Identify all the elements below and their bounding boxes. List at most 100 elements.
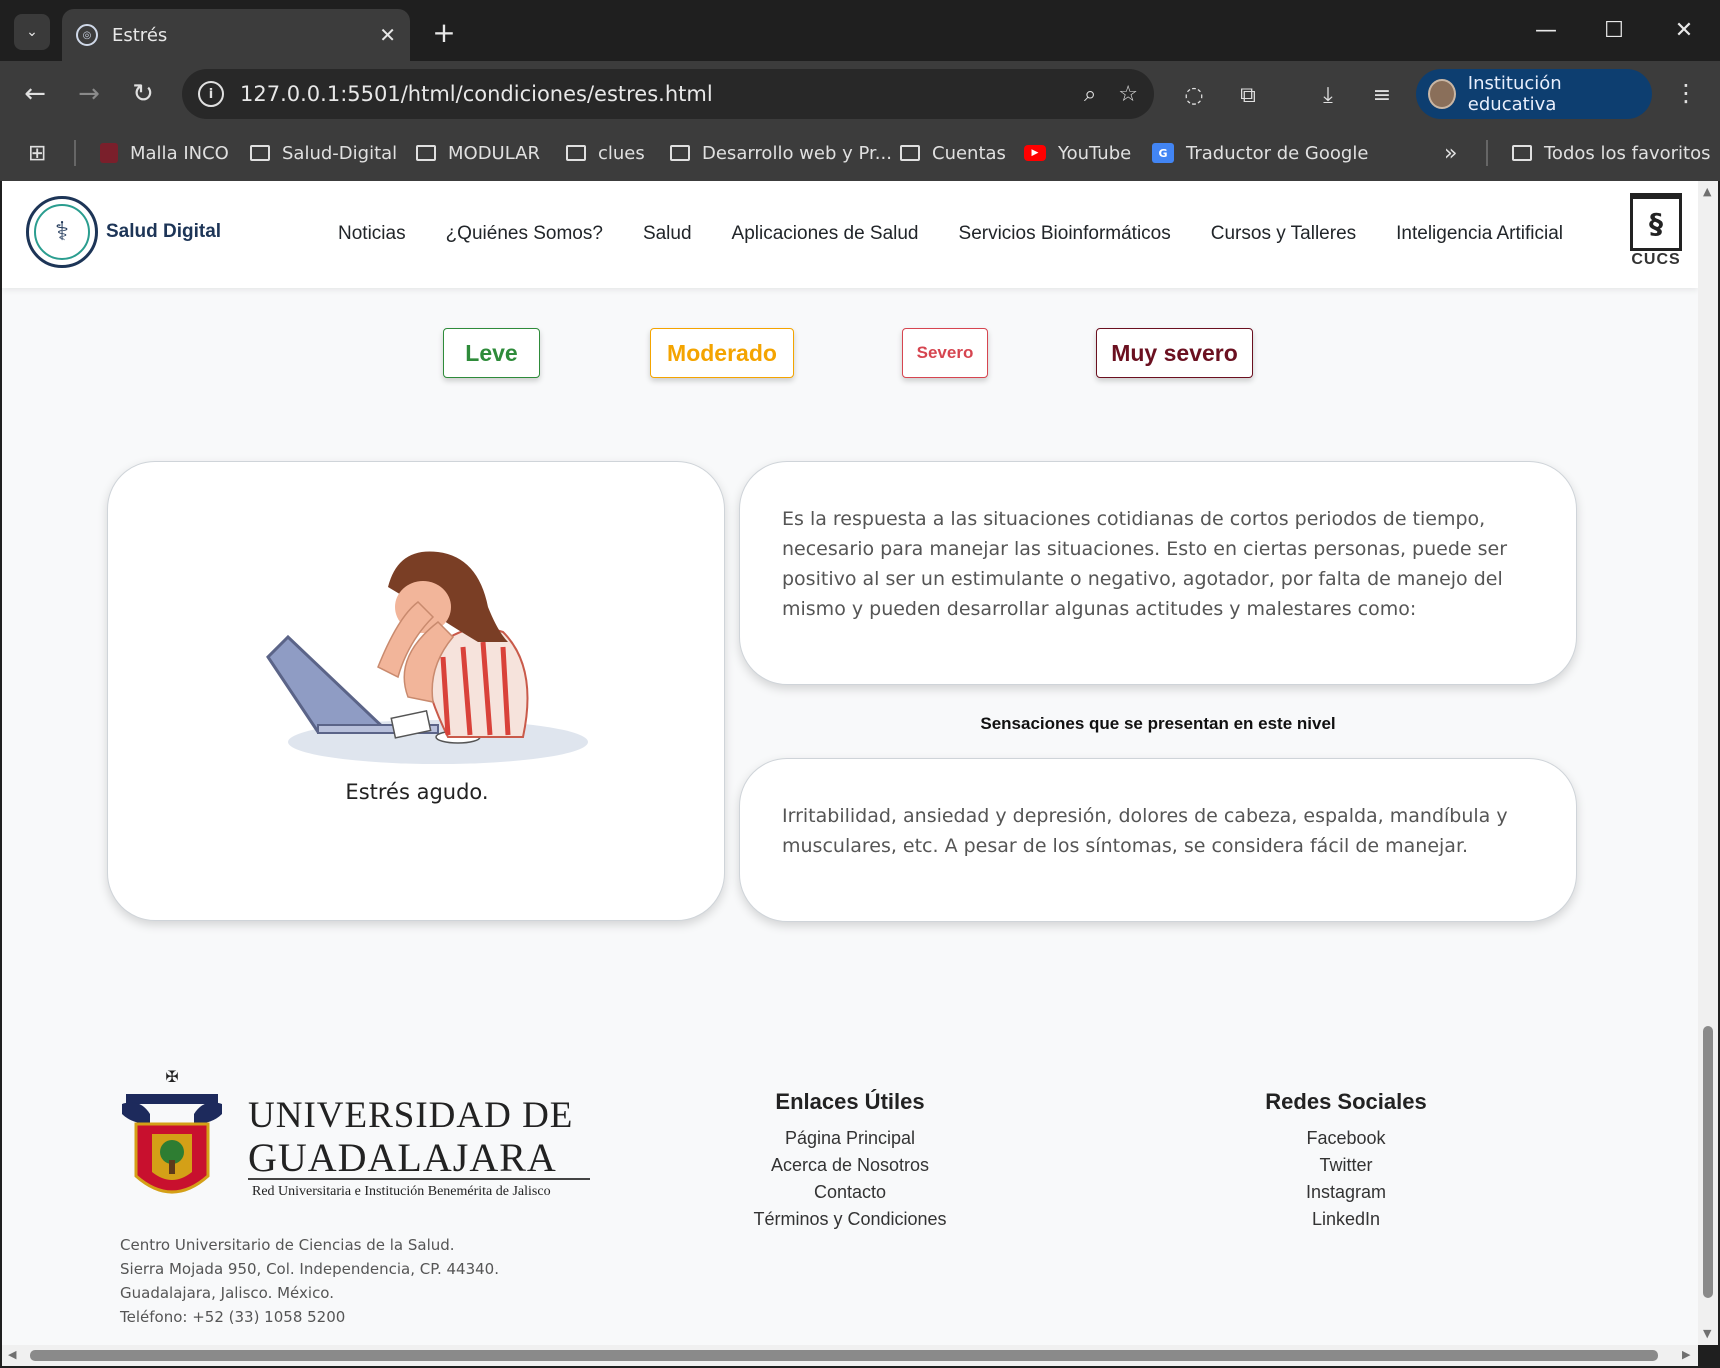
download-icon[interactable]: ⤓ xyxy=(1312,79,1344,111)
profile-label: Institución educativa xyxy=(1467,73,1562,115)
nav-aplicaciones-salud[interactable]: Aplicaciones de Salud xyxy=(732,223,919,245)
youtube-icon: ▶ xyxy=(1024,145,1046,161)
tab-search-button[interactable]: ⌄ xyxy=(14,14,50,50)
scroll-left-icon[interactable]: ◀ xyxy=(8,1348,16,1361)
footer-link-terms[interactable]: Términos y Condiciones xyxy=(700,1206,1000,1233)
close-window-button[interactable]: ✕ xyxy=(1662,12,1706,48)
bookmark-modular[interactable]: MODULAR xyxy=(416,138,540,168)
bookmark-salud-digital[interactable]: Salud-Digital xyxy=(250,138,397,168)
folder-icon xyxy=(566,145,586,161)
social-title: Redes Sociales xyxy=(1265,1089,1427,1114)
nav-salud[interactable]: Salud xyxy=(643,223,692,245)
profile-button[interactable]: Institución educativa xyxy=(1416,69,1652,119)
footer-link-instagram[interactable]: Instagram xyxy=(1196,1179,1496,1206)
udg-crest-icon: ✠ xyxy=(122,1068,222,1194)
address-line: Sierra Mojada 950, Col. Independencia, C… xyxy=(120,1260,499,1278)
svg-text:✠: ✠ xyxy=(165,1068,178,1086)
page-viewport: ⚕ Salud Digital Noticias ¿Quiénes Somos?… xyxy=(2,181,1698,1345)
tab-bar: ⌄ ◎ Estrés ✕ + — ☐ ✕ xyxy=(0,0,1720,61)
horizontal-scroll-thumb[interactable] xyxy=(30,1350,1658,1361)
footer-address: Centro Universitario de Ciencias de la S… xyxy=(120,1233,499,1329)
footer-link-linkedin[interactable]: LinkedIn xyxy=(1196,1206,1496,1233)
lightbulb-icon[interactable]: ◌ xyxy=(1178,79,1210,111)
address-bar[interactable]: i 127.0.0.1:5501/html/condiciones/estres… xyxy=(182,69,1154,119)
bookmarks-divider xyxy=(1486,140,1488,166)
scroll-right-icon[interactable]: ▶ xyxy=(1682,1348,1690,1361)
stressed-woman-illustration xyxy=(266,551,588,764)
extensions-icon[interactable]: ⧉ xyxy=(1232,79,1264,111)
browser-tab[interactable]: ◎ Estrés ✕ xyxy=(62,9,410,61)
university-subtitle: Red Universitaria e Institución Beneméri… xyxy=(252,1184,551,1199)
scroll-up-icon[interactable]: ▲ xyxy=(1703,185,1711,198)
brand-name: Salud Digital xyxy=(106,221,222,242)
level-leve-button[interactable]: Leve xyxy=(443,328,540,378)
horizontal-scrollbar[interactable]: ◀ ▶ xyxy=(2,1345,1698,1366)
site-header: ⚕ Salud Digital Noticias ¿Quiénes Somos?… xyxy=(2,181,1698,288)
zoom-icon[interactable]: ⌕ xyxy=(1084,82,1096,107)
new-tab-button[interactable]: + xyxy=(426,14,462,50)
nav-inteligencia-artificial[interactable]: Inteligencia Artificial xyxy=(1396,223,1563,245)
nav-servicios-bioinformaticos[interactable]: Servicios Bioinformáticos xyxy=(959,223,1171,245)
stress-description: Es la respuesta a las situaciones cotidi… xyxy=(782,508,1508,620)
university-name-line1: UNIVERSIDAD DE xyxy=(248,1095,574,1136)
footer-link-twitter[interactable]: Twitter xyxy=(1196,1152,1496,1179)
folder-icon xyxy=(670,145,690,161)
bookmark-star-icon[interactable]: ☆ xyxy=(1118,82,1138,107)
footer-link-home[interactable]: Página Principal xyxy=(700,1125,1000,1152)
minimize-button[interactable]: — xyxy=(1524,12,1568,48)
scroll-down-icon[interactable]: ▼ xyxy=(1703,1327,1711,1340)
bookmarks-divider xyxy=(74,140,76,166)
site-info-icon[interactable]: i xyxy=(198,81,224,107)
footer-useful-links: Enlaces Útiles Página Principal Acerca d… xyxy=(700,1089,1000,1233)
media-queue-icon[interactable]: ≡ xyxy=(1366,79,1398,111)
bookmark-cuentas[interactable]: Cuentas xyxy=(900,138,1006,168)
bookmark-clues[interactable]: clues xyxy=(566,138,645,168)
menu-kebab-icon[interactable]: ⋮ xyxy=(1674,79,1698,107)
address-line: Centro Universitario de Ciencias de la S… xyxy=(120,1236,455,1254)
apps-grid-icon[interactable]: ⊞ xyxy=(28,138,46,168)
bookmark-all-favorites[interactable]: Todos los favoritos xyxy=(1512,138,1710,168)
reload-button[interactable]: ↻ xyxy=(124,75,162,113)
salud-digital-logo: ⚕ xyxy=(26,196,98,268)
cucs-logo[interactable]: § CUCS xyxy=(1626,193,1686,277)
udg-logo[interactable]: ✠ UNIVERSIDAD DE GUADALAJARA Red Univers… xyxy=(120,1068,600,1208)
footer-link-about[interactable]: Acerca de Nosotros xyxy=(700,1152,1000,1179)
close-tab-icon[interactable]: ✕ xyxy=(379,23,396,47)
bookmark-desarrollo-web[interactable]: Desarrollo web y Pr... xyxy=(670,138,892,168)
cucs-emblem-icon: § xyxy=(1630,193,1682,251)
nav-noticias[interactable]: Noticias xyxy=(338,223,406,245)
image-caption: Estrés agudo. xyxy=(345,780,489,804)
address-line: Teléfono: +52 (33) 1058 5200 xyxy=(120,1308,346,1326)
vertical-scroll-thumb[interactable] xyxy=(1703,1026,1713,1298)
footer-link-facebook[interactable]: Facebook xyxy=(1196,1125,1496,1152)
tab-title: Estrés xyxy=(112,24,168,46)
bookmarks-bar: ⊞ Malla INCO Salud-Digital MODULAR clues… xyxy=(0,126,1720,181)
illustration-card: Estrés agudo. xyxy=(107,461,725,921)
university-name-line2: GUADALAJARA xyxy=(248,1135,557,1180)
cucs-label: CUCS xyxy=(1631,251,1681,268)
browser-toolbar: ← → ↻ i 127.0.0.1:5501/html/condiciones/… xyxy=(0,61,1720,126)
level-moderado-button[interactable]: Moderado xyxy=(650,328,794,378)
vertical-scrollbar[interactable]: ▲ ▼ xyxy=(1698,181,1718,1345)
nav-quienes-somos[interactable]: ¿Quiénes Somos? xyxy=(446,223,603,245)
level-severo-button[interactable]: Severo xyxy=(902,328,988,378)
brand-link[interactable]: ⚕ Salud Digital xyxy=(26,196,221,268)
folder-icon xyxy=(1512,145,1532,161)
address-line: Guadalajara, Jalisco. México. xyxy=(120,1284,334,1302)
url-text[interactable]: 127.0.0.1:5501/html/condiciones/estres.h… xyxy=(240,82,1062,106)
back-button[interactable]: ← xyxy=(16,75,54,113)
malla-inco-icon xyxy=(100,143,118,163)
nav-cursos-talleres[interactable]: Cursos y Talleres xyxy=(1211,223,1356,245)
avatar xyxy=(1428,79,1456,109)
globe-icon: ◎ xyxy=(76,24,98,46)
bookmark-malla-inco[interactable]: Malla INCO xyxy=(100,138,229,168)
sensations-title: Sensaciones que se presentan en este niv… xyxy=(980,714,1336,733)
bookmark-youtube[interactable]: ▶ YouTube xyxy=(1024,138,1131,168)
footer-link-contact[interactable]: Contacto xyxy=(700,1179,1000,1206)
maximize-button[interactable]: ☐ xyxy=(1592,12,1636,48)
bookmark-google-translate[interactable]: G Traductor de Google xyxy=(1152,138,1368,168)
forward-button[interactable]: → xyxy=(70,75,108,113)
more-bookmarks-icon[interactable]: » xyxy=(1444,138,1457,168)
main-nav: Noticias ¿Quiénes Somos? Salud Aplicacio… xyxy=(338,223,1603,245)
level-muy-severo-button[interactable]: Muy severo xyxy=(1096,328,1253,378)
